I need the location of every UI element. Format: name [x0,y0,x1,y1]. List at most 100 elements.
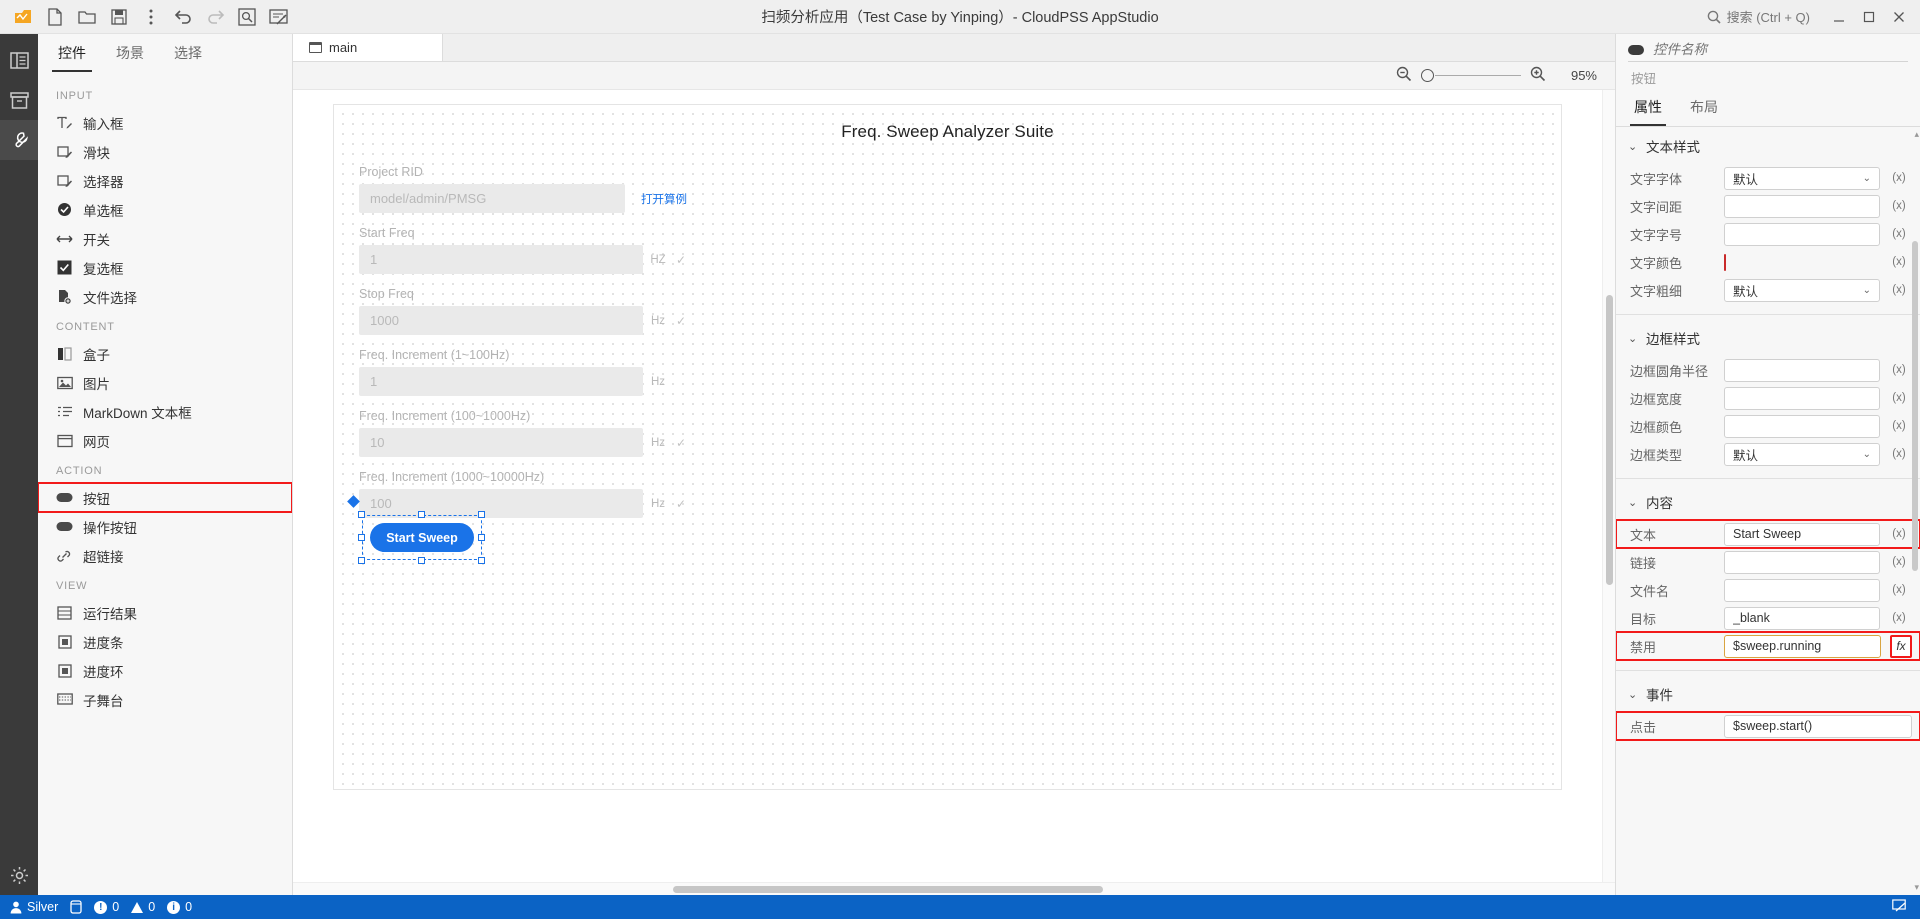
status-warning-count[interactable]: 0 [131,900,167,914]
widget-item-picker[interactable]: 选择器 [38,166,292,195]
expression-toggle[interactable]: (x) [1886,256,1912,268]
section-header-events[interactable]: ⌄ 事件 [1616,675,1920,712]
expression-toggle[interactable]: (x) [1886,448,1912,460]
new-file-icon[interactable] [40,3,70,31]
click-handler-input[interactable] [1724,714,1912,738]
widget-name-input[interactable] [1653,42,1908,57]
disabled-expression-input[interactable] [1724,634,1881,658]
expression-toggle[interactable]: (x) [1886,612,1912,624]
canvas-horizontal-scrollbar[interactable] [293,882,1615,895]
font-family-select[interactable]: 默认 ⌄ [1724,166,1880,190]
open-example-link[interactable]: 打开算例 [625,191,689,207]
widget-item-switch[interactable]: 开关 [38,224,292,253]
zoom-slider-knob[interactable] [1421,69,1434,82]
rail-item-settings[interactable] [0,855,38,895]
properties-scroll-thumb[interactable] [1912,241,1918,571]
resize-handle-sw[interactable] [358,557,365,564]
resize-handle-s[interactable] [418,557,425,564]
expression-toggle[interactable]: (x) [1886,584,1912,596]
section-header-text-style[interactable]: ⌄ 文本样式 [1616,127,1920,164]
border-radius-input[interactable] [1724,358,1880,382]
target-input[interactable] [1724,606,1880,630]
resize-handle-se[interactable] [478,557,485,564]
minimize-button[interactable] [1824,2,1854,32]
tab-layout[interactable]: 布局 [1686,97,1722,126]
scroll-down-arrow-icon[interactable]: ▾ [1914,882,1919,893]
project-rid-input[interactable]: model/admin/PMSG [359,184,625,213]
tab-scenes[interactable]: 场景 [110,43,150,72]
rail-item-explorer[interactable] [0,40,38,80]
button-text-input[interactable] [1724,522,1880,546]
widget-item-progress-ring[interactable]: 进度环 [38,656,292,685]
canvas-horizontal-scroll-thumb[interactable] [673,886,1103,893]
canvas-vertical-scroll-thumb[interactable] [1606,295,1613,585]
widget-item-radio[interactable]: 单选框 [38,195,292,224]
widget-item-image[interactable]: 图片 [38,368,292,397]
section-header-border-style[interactable]: ⌄ 边框样式 [1616,319,1920,356]
expression-toggle[interactable]: (x) [1886,364,1912,376]
resize-handle-nw[interactable] [358,511,365,518]
expression-toggle[interactable]: (x) [1886,420,1912,432]
save-icon[interactable] [104,3,134,31]
expression-toggle[interactable]: (x) [1886,228,1912,240]
document-tab-main[interactable]: main [293,34,443,61]
undo-icon[interactable] [168,3,198,31]
font-size-input[interactable] [1724,222,1880,246]
status-info-count[interactable]: i 0 [167,900,204,914]
zoom-in-icon[interactable] [1530,66,1546,85]
open-folder-icon[interactable] [72,3,102,31]
tab-properties[interactable]: 属性 [1630,97,1666,126]
start-sweep-button[interactable]: Start Sweep [370,523,474,552]
increment-1-100-input[interactable]: 1 [359,367,643,396]
widget-item-link[interactable]: 超链接 [38,541,292,570]
widget-item-box[interactable]: 盒子 [38,339,292,368]
expression-toggle[interactable]: (x) [1886,392,1912,404]
close-button[interactable] [1884,2,1914,32]
zoom-out-icon[interactable] [1396,66,1412,85]
border-type-select[interactable]: 默认 ⌄ [1724,442,1880,466]
widget-item-markdown[interactable]: MarkDown 文本框 [38,397,292,426]
font-weight-select[interactable]: 默认 ⌄ [1724,278,1880,302]
publish-icon[interactable] [264,3,294,31]
zoom-slider[interactable] [1421,69,1521,83]
start-freq-input[interactable]: 1 [359,245,643,274]
resize-handle-n[interactable] [418,511,425,518]
scroll-up-arrow-icon[interactable]: ▴ [1914,129,1919,140]
tab-widgets[interactable]: 控件 [52,43,92,72]
rail-item-resources[interactable] [0,80,38,120]
app-logo-icon[interactable] [8,3,38,31]
expression-toggle[interactable]: (x) [1886,200,1912,212]
widget-item-action-button[interactable]: 操作按钮 [38,512,292,541]
widget-item-webpage[interactable]: 网页 [38,426,292,455]
more-options-icon[interactable] [136,3,166,31]
status-error-count[interactable]: ! 0 [94,900,131,914]
widget-item-substage[interactable]: 子舞台 [38,685,292,714]
properties-scrollbar[interactable] [1912,131,1918,891]
widget-item-checkbox[interactable]: 复选框 [38,253,292,282]
widget-item-file-select[interactable]: 文件选择 [38,282,292,311]
link-input[interactable] [1724,550,1880,574]
preview-icon[interactable] [232,3,262,31]
increment-100-1000-input[interactable]: 10 [359,428,643,457]
expression-editor-button[interactable]: fx [1890,634,1912,658]
redo-icon[interactable] [200,3,230,31]
widget-item-result[interactable]: 运行结果 [38,598,292,627]
widget-item-button[interactable]: 按钮 [38,482,292,513]
notifications-icon[interactable] [1892,899,1906,915]
rail-item-tools[interactable] [0,120,38,160]
border-color-input[interactable] [1724,414,1880,438]
selected-widget-wrapper[interactable]: Start Sweep [347,495,485,564]
selection-anchor-diamond[interactable] [347,495,360,508]
filename-input[interactable] [1724,578,1880,602]
letter-spacing-input[interactable] [1724,194,1880,218]
resize-handle-e[interactable] [478,534,485,541]
status-database[interactable] [70,900,94,914]
widget-item-slider[interactable]: 滑块 [38,137,292,166]
increment-1000-10000-input[interactable]: 100 [359,489,643,518]
global-search[interactable]: 搜索 (Ctrl + Q) [1707,7,1820,26]
status-user[interactable]: Silver [10,900,70,914]
maximize-button[interactable] [1854,2,1884,32]
stage[interactable]: Freq. Sweep Analyzer Suite Project RID m… [333,104,1562,790]
expression-toggle[interactable]: (x) [1886,528,1912,540]
expression-toggle[interactable]: (x) [1886,284,1912,296]
